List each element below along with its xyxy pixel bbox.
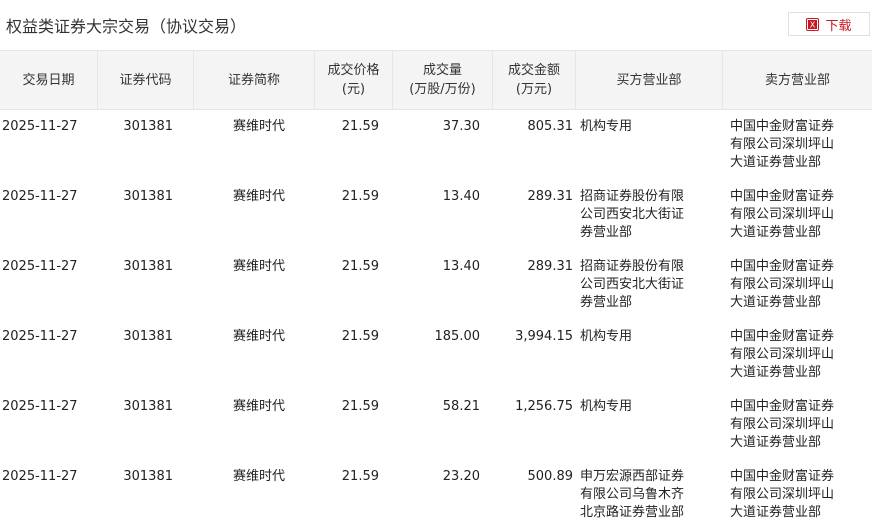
cell-price: 21.59 xyxy=(341,329,379,344)
cell-seller: 中国中金财富证券有限公司深圳坪山大道证券营业部 xyxy=(730,469,835,520)
col-header-volume: 成交量 (万股/万份) xyxy=(393,51,493,109)
col-header-price: 成交价格 (元) xyxy=(315,51,393,109)
cell-volume: 37.30 xyxy=(442,119,480,134)
cell-buyer: 申万宏源西部证券有限公司乌鲁木齐北京路证券营业部 xyxy=(580,469,685,520)
table-row: 2025-11-27 301381 赛维时代 21.59 23.20 500.8… xyxy=(0,460,872,530)
cell-amount: 289.31 xyxy=(527,189,574,204)
cell-price: 21.59 xyxy=(341,399,379,414)
cell-date: 2025-11-27 xyxy=(2,329,78,344)
cell-name: 赛维时代 xyxy=(232,469,285,484)
cell-name: 赛维时代 xyxy=(232,119,285,134)
col-header-date: 交易日期 xyxy=(0,51,98,109)
cell-amount: 500.89 xyxy=(527,469,574,484)
cell-name: 赛维时代 xyxy=(232,259,285,274)
cell-seller: 中国中金财富证券有限公司深圳坪山大道证券营业部 xyxy=(730,119,835,170)
cell-name: 赛维时代 xyxy=(232,329,285,344)
cell-code: 301381 xyxy=(123,329,173,344)
cell-date: 2025-11-27 xyxy=(2,119,78,134)
cell-buyer: 机构专用 xyxy=(580,119,633,134)
cell-amount: 805.31 xyxy=(527,119,574,134)
cell-code: 301381 xyxy=(123,399,173,414)
cell-volume: 23.20 xyxy=(442,469,480,484)
cell-price: 21.59 xyxy=(341,469,379,484)
col-header-buyer: 买方营业部 xyxy=(576,51,723,109)
cell-price: 21.59 xyxy=(341,259,379,274)
cell-buyer: 招商证券股份有限公司西安北大街证券营业部 xyxy=(580,189,685,240)
col-header-name: 证券简称 xyxy=(194,51,315,109)
cell-date: 2025-11-27 xyxy=(2,469,78,484)
cell-buyer: 机构专用 xyxy=(580,399,633,414)
table-row: 2025-11-27 301381 赛维时代 21.59 37.30 805.3… xyxy=(0,110,872,180)
cell-volume: 13.40 xyxy=(442,189,480,204)
download-label: 下载 xyxy=(825,18,852,34)
col-header-code: 证券代码 xyxy=(98,51,194,109)
table-row: 2025-11-27 301381 赛维时代 21.59 13.40 289.3… xyxy=(0,250,872,320)
download-button[interactable]: X 下载 xyxy=(788,12,870,36)
cell-volume: 58.21 xyxy=(442,399,480,414)
cell-price: 21.59 xyxy=(341,119,379,134)
col-header-amount: 成交金额 (万元) xyxy=(493,51,576,109)
cell-amount: 3,994.15 xyxy=(515,329,573,344)
cell-seller: 中国中金财富证券有限公司深圳坪山大道证券营业部 xyxy=(730,259,835,310)
cell-amount: 289.31 xyxy=(527,259,574,274)
cell-seller: 中国中金财富证券有限公司深圳坪山大道证券营业部 xyxy=(730,189,835,240)
cell-code: 301381 xyxy=(123,469,173,484)
table-header: 交易日期 证券代码 证券简称 成交价格 (元) 成交量 (万股/万份) 成交金额 (万… xyxy=(0,50,872,110)
cell-amount: 1,256.75 xyxy=(515,399,573,414)
cell-date: 2025-11-27 xyxy=(2,259,78,274)
cell-volume: 185.00 xyxy=(434,329,481,344)
page-title: 权益类证券大宗交易（协议交易） xyxy=(6,17,247,36)
table-row: 2025-11-27 301381 赛维时代 21.59 58.21 1,256… xyxy=(0,390,872,460)
cell-seller: 中国中金财富证券有限公司深圳坪山大道证券营业部 xyxy=(730,399,835,450)
cell-name: 赛维时代 xyxy=(232,189,285,204)
cell-volume: 13.40 xyxy=(442,259,480,274)
excel-icon: X xyxy=(806,17,820,31)
cell-code: 301381 xyxy=(123,189,173,204)
cell-code: 301381 xyxy=(123,119,173,134)
table-row: 2025-11-27 301381 赛维时代 21.59 13.40 289.3… xyxy=(0,180,872,250)
cell-buyer: 招商证券股份有限公司西安北大街证券营业部 xyxy=(580,259,685,310)
col-header-seller: 卖方营业部 xyxy=(764,72,830,88)
cell-price: 21.59 xyxy=(341,189,379,204)
cell-date: 2025-11-27 xyxy=(2,399,78,414)
cell-name: 赛维时代 xyxy=(232,399,285,414)
table-row: 2025-11-27 301381 赛维时代 21.59 185.00 3,99… xyxy=(0,320,872,390)
cell-seller: 中国中金财富证券有限公司深圳坪山大道证券营业部 xyxy=(730,329,835,380)
svg-text:X: X xyxy=(810,20,816,29)
cell-date: 2025-11-27 xyxy=(2,189,78,204)
cell-buyer: 机构专用 xyxy=(580,329,633,344)
title-bar: 权益类证券大宗交易（协议交易） X 下载 xyxy=(0,0,872,48)
cell-code: 301381 xyxy=(123,259,173,274)
